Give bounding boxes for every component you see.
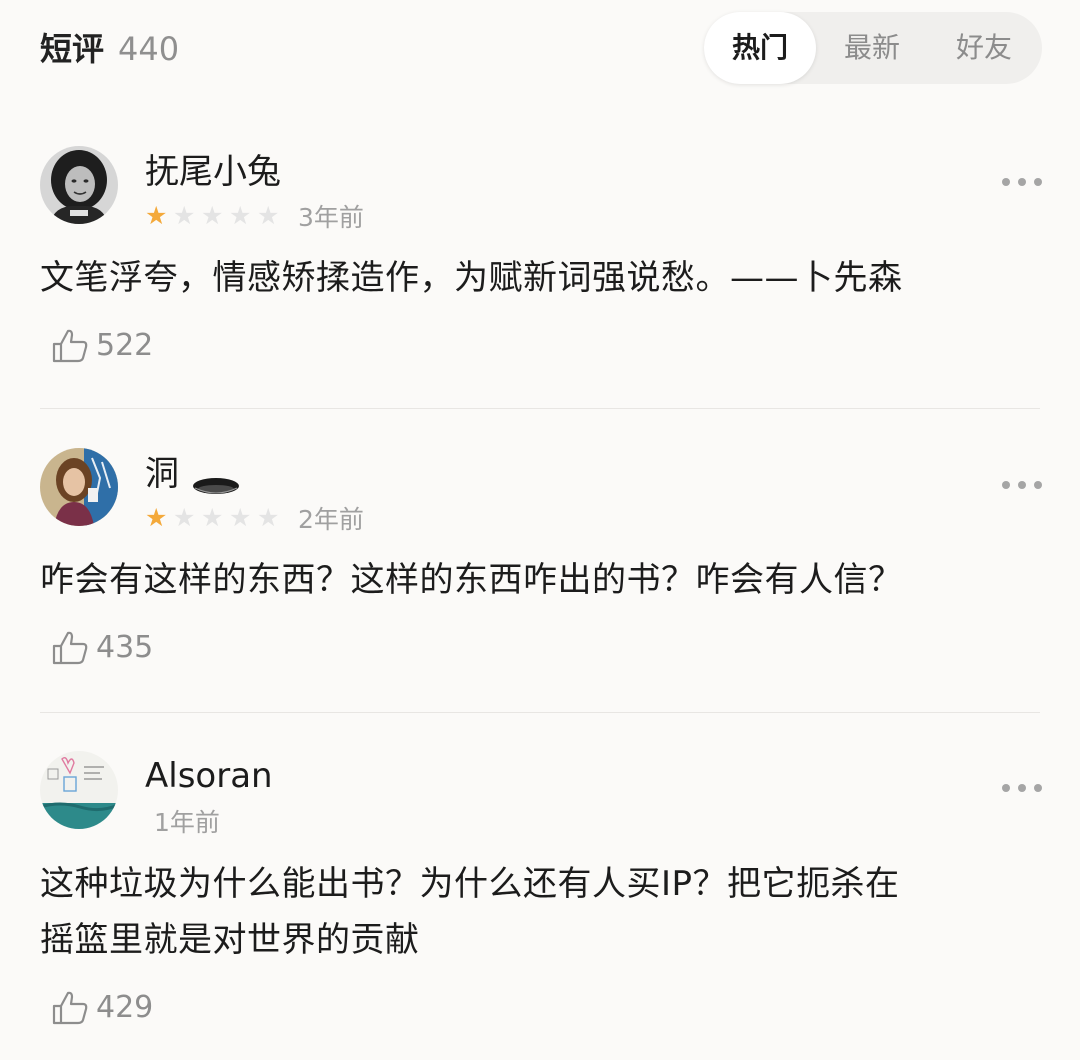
divider — [40, 712, 1040, 713]
star-empty-icon: ★ — [229, 503, 252, 532]
star-empty-icon: ★ — [201, 201, 224, 230]
divider — [40, 408, 1040, 409]
star-empty-icon: ★ — [173, 503, 196, 532]
thumbs-up-icon — [52, 631, 88, 665]
thumbs-up-icon — [52, 991, 88, 1025]
star-rating: ★ ★ ★ ★ ★ — [145, 202, 285, 230]
tab-friends[interactable]: 好友 — [932, 12, 1036, 84]
comment-text-line-2: 摇篮里就是对世界的贡献 — [40, 920, 420, 960]
username[interactable]: Alsoran — [145, 754, 273, 798]
comment-text: 文笔浮夸，情感矫揉造作，为赋新词强说愁。——卜先森 — [40, 258, 903, 298]
tab-latest[interactable]: 最新 — [820, 12, 924, 84]
star-empty-icon: ★ — [173, 201, 196, 230]
comment-text-line-1: 这种垃圾为什么能出书？为什么还有人买IP？把它扼杀在 — [40, 864, 900, 904]
avatar[interactable] — [40, 448, 118, 526]
like-button[interactable]: 522 — [50, 326, 153, 366]
sort-tabs: 热门 最新 好友 — [704, 12, 1042, 84]
like-count: 522 — [96, 328, 154, 363]
avatar[interactable] — [40, 146, 118, 224]
comment-count: 440 — [118, 30, 180, 68]
avatar-photo-woman-dark-hair — [40, 146, 118, 224]
comment-text: 咋会有这样的东西？这样的东西咋出的书？咋会有人信？ — [40, 560, 903, 600]
comments-header: 短评 440 热门 最新 好友 — [0, 0, 1080, 100]
avatar[interactable] — [40, 751, 118, 829]
like-count: 435 — [96, 630, 154, 665]
tab-hot[interactable]: 热门 — [704, 12, 816, 84]
star-rating: ★ ★ ★ ★ ★ — [145, 504, 285, 532]
comment-time: 2年前 — [298, 505, 364, 534]
hole-icon — [193, 478, 239, 494]
section-title: 短评 — [40, 30, 105, 68]
star-empty-icon: ★ — [229, 201, 252, 230]
avatar-drawing-sketch — [40, 751, 118, 829]
star-filled-icon: ★ — [145, 503, 168, 532]
like-count: 429 — [96, 990, 154, 1025]
more-options-icon[interactable] — [1002, 784, 1042, 796]
star-empty-icon: ★ — [257, 201, 280, 230]
comment-time: 1年前 — [154, 808, 220, 837]
thumbs-up-icon — [52, 329, 88, 363]
username[interactable]: 洞 — [145, 452, 179, 496]
like-button[interactable]: 429 — [50, 988, 153, 1028]
star-empty-icon: ★ — [201, 503, 224, 532]
more-options-icon[interactable] — [1002, 178, 1042, 190]
username[interactable]: 抚尾小兔 — [145, 150, 281, 194]
like-button[interactable]: 435 — [50, 628, 153, 668]
star-filled-icon: ★ — [145, 201, 168, 230]
comment-time: 3年前 — [298, 203, 364, 232]
more-options-icon[interactable] — [1002, 481, 1042, 493]
star-empty-icon: ★ — [257, 503, 280, 532]
avatar-photo-woman-blue-background — [40, 448, 118, 526]
